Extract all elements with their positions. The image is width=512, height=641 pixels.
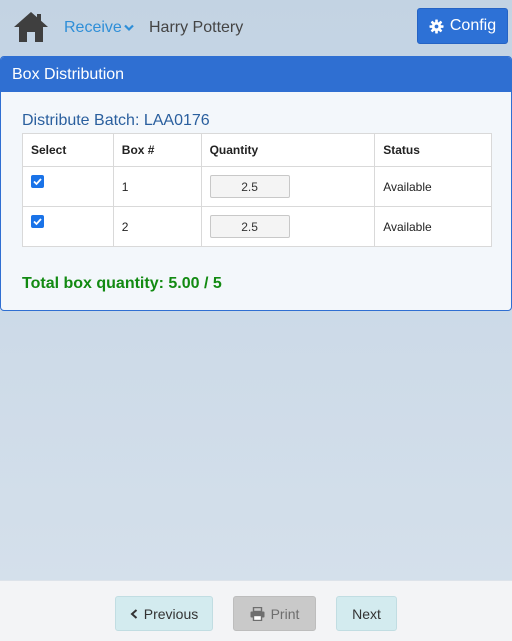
previous-button[interactable]: Previous	[115, 596, 213, 631]
printer-icon	[250, 606, 265, 621]
config-label: Config	[449, 17, 497, 34]
box-number: 1	[112, 166, 202, 207]
row-checkbox[interactable]	[31, 214, 44, 228]
next-label: Next	[352, 605, 381, 622]
select-cell	[22, 206, 114, 247]
column-header-status: Status	[374, 133, 492, 167]
box-number: 2	[112, 206, 202, 247]
batch-title: Distribute Batch: LAA0176	[22, 112, 210, 129]
box-distribution-panel: Box Distribution Distribute Batch: LAA01…	[0, 56, 512, 311]
home-icon[interactable]	[13, 11, 49, 43]
top-navbar: Receive Harry Pottery Config	[0, 0, 512, 52]
table-row: 1 Available	[22, 166, 492, 207]
table-row: 2 Available	[22, 206, 492, 247]
box-table: Select Box # Quantity Status 1 Available	[22, 133, 492, 247]
footer-bar: Previous Print Next	[0, 580, 512, 641]
next-button[interactable]: Next	[336, 596, 397, 631]
status-cell: Available	[374, 166, 492, 207]
gear-icon	[429, 18, 444, 34]
column-header-quantity: Quantity	[200, 133, 376, 167]
table-header-row: Select Box # Quantity Status	[22, 133, 492, 167]
column-header-box: Box #	[112, 133, 202, 167]
checkmark-icon	[33, 177, 42, 185]
user-name: Harry Pottery	[149, 19, 244, 36]
select-cell	[22, 166, 114, 207]
status-cell: Available	[374, 206, 492, 247]
previous-label: Previous	[143, 605, 199, 622]
column-header-select: Select	[22, 133, 114, 167]
receive-menu[interactable]: Receive	[64, 19, 134, 37]
print-label: Print	[270, 605, 300, 622]
quantity-cell	[200, 166, 376, 207]
panel-title: Box Distribution	[1, 57, 511, 92]
quantity-input[interactable]	[209, 215, 290, 238]
print-button[interactable]: Print	[233, 596, 316, 631]
chevron-left-icon	[130, 608, 137, 619]
config-button[interactable]: Config	[417, 8, 508, 44]
quantity-input[interactable]	[209, 175, 290, 198]
chevron-down-icon	[124, 24, 134, 32]
receive-menu-label: Receive	[64, 19, 122, 36]
total-box-quantity: Total box quantity: 5.00 / 5	[22, 275, 222, 292]
row-checkbox[interactable]	[31, 174, 44, 188]
quantity-cell	[200, 206, 376, 247]
checkmark-icon	[33, 217, 42, 225]
